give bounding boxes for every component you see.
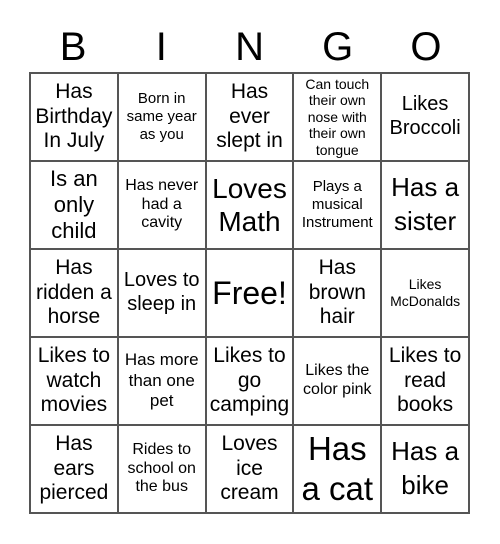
bingo-cell[interactable]: Is an only child — [30, 161, 118, 249]
bingo-cell[interactable]: Loves Math — [205, 161, 294, 249]
bingo-cell-free[interactable]: Free! — [205, 249, 294, 337]
header-letter-i: I — [155, 25, 167, 69]
bingo-cell[interactable]: Has a cat — [293, 425, 382, 513]
bingo-cell[interactable]: Rides to school on the bus — [117, 425, 206, 513]
bingo-cell[interactable]: Has ridden a horse — [30, 249, 118, 337]
bingo-cell[interactable]: Has a bike — [381, 425, 469, 513]
bingo-cell[interactable]: Can touch their own nose with their own … — [293, 73, 382, 161]
bingo-cell[interactable]: Has more than one pet — [117, 337, 206, 425]
bingo-cell[interactable]: Has Birthday In July — [30, 73, 118, 161]
header-letter-g: G — [322, 25, 354, 69]
bingo-cell[interactable]: Likes to go camping — [205, 337, 294, 425]
bingo-cell[interactable]: Likes to read books — [381, 337, 469, 425]
bingo-cell[interactable]: Loves to sleep in — [117, 249, 206, 337]
header-letter-b: B — [59, 25, 87, 69]
bingo-cell[interactable]: Likes the color pink — [293, 337, 382, 425]
bingo-cell[interactable]: Has never had a cavity — [117, 161, 206, 249]
bingo-header: B I N G O — [29, 22, 470, 72]
header-letter-n: N — [235, 25, 264, 69]
bingo-cell[interactable]: Likes to watch movies — [30, 337, 118, 425]
header-letter-o: O — [410, 25, 442, 69]
bingo-cell[interactable]: Born in same year as you — [117, 73, 206, 161]
bingo-cell[interactable]: Has ears pierced — [30, 425, 118, 513]
bingo-cell[interactable]: Likes McDonalds — [381, 249, 469, 337]
bingo-cell[interactable]: Plays a musical Instrument — [293, 161, 382, 249]
bingo-grid: Has Birthday In July Born in same year a… — [29, 72, 470, 514]
bingo-cell[interactable]: Likes Broccoli — [381, 73, 469, 161]
bingo-cell[interactable]: Has a sister — [381, 161, 469, 249]
bingo-cell[interactable]: Has brown hair — [293, 249, 382, 337]
bingo-cell[interactable]: Loves ice cream — [205, 425, 294, 513]
bingo-cell[interactable]: Has ever slept in — [205, 73, 294, 161]
